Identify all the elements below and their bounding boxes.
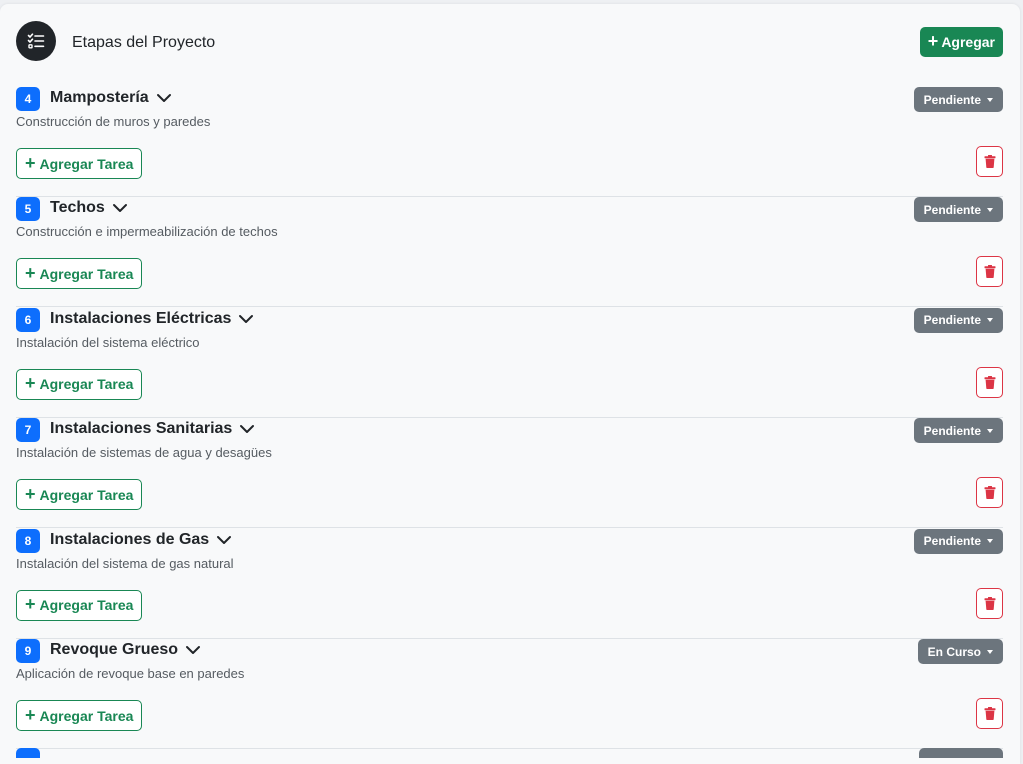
stage-divider	[16, 748, 1003, 749]
stage-row: 5 Techos Construcción e impermeabilizaci…	[16, 197, 1003, 308]
status-label: En Curso	[927, 644, 981, 659]
stage-description: Aplicación de revoque base en paredes	[16, 666, 245, 681]
stage-description: Construcción de muros y paredes	[16, 114, 211, 129]
stage-description: Instalación de sistemas de agua y desagü…	[16, 445, 272, 461]
add-task-button[interactable]: + Agregar Tarea	[16, 258, 143, 290]
project-stages-card: Etapas del Proyecto + Agregar 4 Mamposte…	[0, 4, 1020, 764]
stage-number-badge: 5	[16, 197, 40, 222]
stage-title: Techos	[50, 199, 105, 217]
task-list-icon	[16, 21, 56, 61]
chevron-down-icon	[239, 314, 254, 323]
caret-down-icon	[987, 207, 993, 212]
add-task-button[interactable]: + Agregar Tarea	[16, 368, 143, 400]
stage-description: Instalación del sistema eléctrico	[16, 334, 200, 350]
add-task-button[interactable]: + Agregar Tarea	[16, 589, 143, 621]
caret-down-icon	[987, 318, 993, 323]
status-label: Pendiente	[923, 92, 981, 107]
add-task-label: Agregar Tarea	[39, 486, 134, 503]
caret-down-icon	[987, 428, 993, 433]
stage-title-toggle[interactable]: Techos	[50, 199, 129, 217]
status-dropdown[interactable]: Pendiente	[913, 418, 1003, 444]
status-label: Pendiente	[923, 534, 981, 549]
add-task-label: Agregar Tarea	[39, 265, 134, 282]
add-task-button[interactable]: + Agregar Tarea	[16, 700, 143, 731]
trash-icon	[984, 375, 995, 389]
plus-icon: +	[25, 483, 36, 504]
trash-icon	[984, 486, 995, 500]
stage-row: 6 Instalaciones Eléctricas Instalación d…	[16, 307, 1003, 418]
stage-title-toggle[interactable]: Mampostería	[50, 89, 173, 107]
plus-icon: +	[25, 152, 36, 173]
delete-stage-button[interactable]	[976, 477, 1003, 509]
status-dropdown[interactable]: Pendiente	[913, 87, 1003, 112]
add-task-button[interactable]: + Agregar Tarea	[16, 148, 143, 179]
stage-description: Construcción e impermeabilización de tec…	[16, 224, 278, 240]
stage-title-toggle[interactable]: Instalaciones de Gas	[50, 531, 233, 549]
add-task-label: Agregar Tarea	[39, 155, 134, 172]
caret-down-icon	[987, 539, 993, 544]
delete-stage-button[interactable]	[976, 256, 1003, 288]
delete-stage-button[interactable]	[976, 366, 1003, 398]
status-label: Pendiente	[923, 313, 981, 328]
caret-down-icon	[987, 97, 993, 102]
stage-number-badge: 4	[16, 87, 40, 111]
stage-row: 9 Revoque Grueso Aplicación de revoque b…	[16, 639, 1003, 749]
chevron-down-icon	[240, 425, 255, 434]
stage-title: Revoque Grueso	[50, 641, 179, 658]
plus-icon: +	[25, 594, 36, 615]
stage-number-badge: 7	[16, 418, 40, 443]
stage-row: 4 Mampostería Construcción de muros y pa…	[16, 87, 1003, 197]
plus-icon: +	[25, 373, 36, 394]
plus-icon: +	[927, 31, 939, 51]
stage-title: Instalaciones de Gas	[50, 530, 210, 548]
status-dropdown[interactable]: Pendiente	[913, 307, 1003, 333]
add-task-label: Agregar Tarea	[39, 376, 134, 393]
status-dropdown[interactable]: Pendiente	[913, 197, 1003, 223]
stage-title: Instalaciones Sanitarias	[50, 420, 233, 438]
trash-icon	[984, 596, 995, 610]
plus-icon: +	[25, 704, 36, 725]
stage-title-toggle[interactable]: Instalaciones Sanitarias	[50, 420, 256, 438]
add-stage-label: Agregar	[941, 34, 995, 50]
add-task-label: Agregar Tarea	[39, 707, 134, 724]
stage-title: Mampostería	[50, 89, 149, 106]
status-dropdown[interactable]: Pendiente	[913, 528, 1003, 554]
chevron-down-icon	[217, 535, 232, 544]
status-label: Pendiente	[923, 423, 981, 438]
add-task-button[interactable]: + Agregar Tarea	[16, 479, 143, 511]
chevron-down-icon	[112, 204, 127, 213]
caret-down-icon	[987, 649, 993, 654]
stage-title: Instalaciones Eléctricas	[50, 309, 232, 327]
stage-row: 8 Instalaciones de Gas Instalación del s…	[16, 528, 1003, 639]
stage-row: 7 Instalaciones Sanitarias Instalación d…	[16, 418, 1003, 529]
stage-number-badge: 6	[16, 307, 40, 332]
plus-icon: +	[25, 262, 36, 283]
add-stage-button[interactable]: + Agregar	[919, 27, 1003, 57]
delete-stage-button[interactable]	[976, 698, 1003, 729]
stage-title-toggle[interactable]: Revoque Grueso	[50, 641, 202, 659]
trash-icon	[984, 265, 995, 279]
delete-stage-button[interactable]	[976, 587, 1003, 619]
stage-number-badge: 9	[16, 639, 40, 663]
page-title: Etapas del Proyecto	[72, 34, 216, 51]
stage-title-toggle[interactable]: Instalaciones Eléctricas	[50, 310, 255, 328]
card-header: Etapas del Proyecto + Agregar	[16, 21, 1003, 63]
chevron-down-icon	[186, 646, 201, 654]
trash-icon	[984, 155, 995, 168]
add-task-label: Agregar Tarea	[39, 597, 134, 614]
delete-stage-button[interactable]	[976, 146, 1003, 177]
stage-number-badge: 8	[16, 528, 40, 553]
status-label: Pendiente	[923, 202, 981, 217]
trash-icon	[984, 707, 995, 720]
chevron-down-icon	[156, 94, 171, 102]
status-dropdown[interactable]: En Curso	[917, 639, 1003, 664]
stage-description: Instalación del sistema de gas natural	[16, 555, 234, 571]
